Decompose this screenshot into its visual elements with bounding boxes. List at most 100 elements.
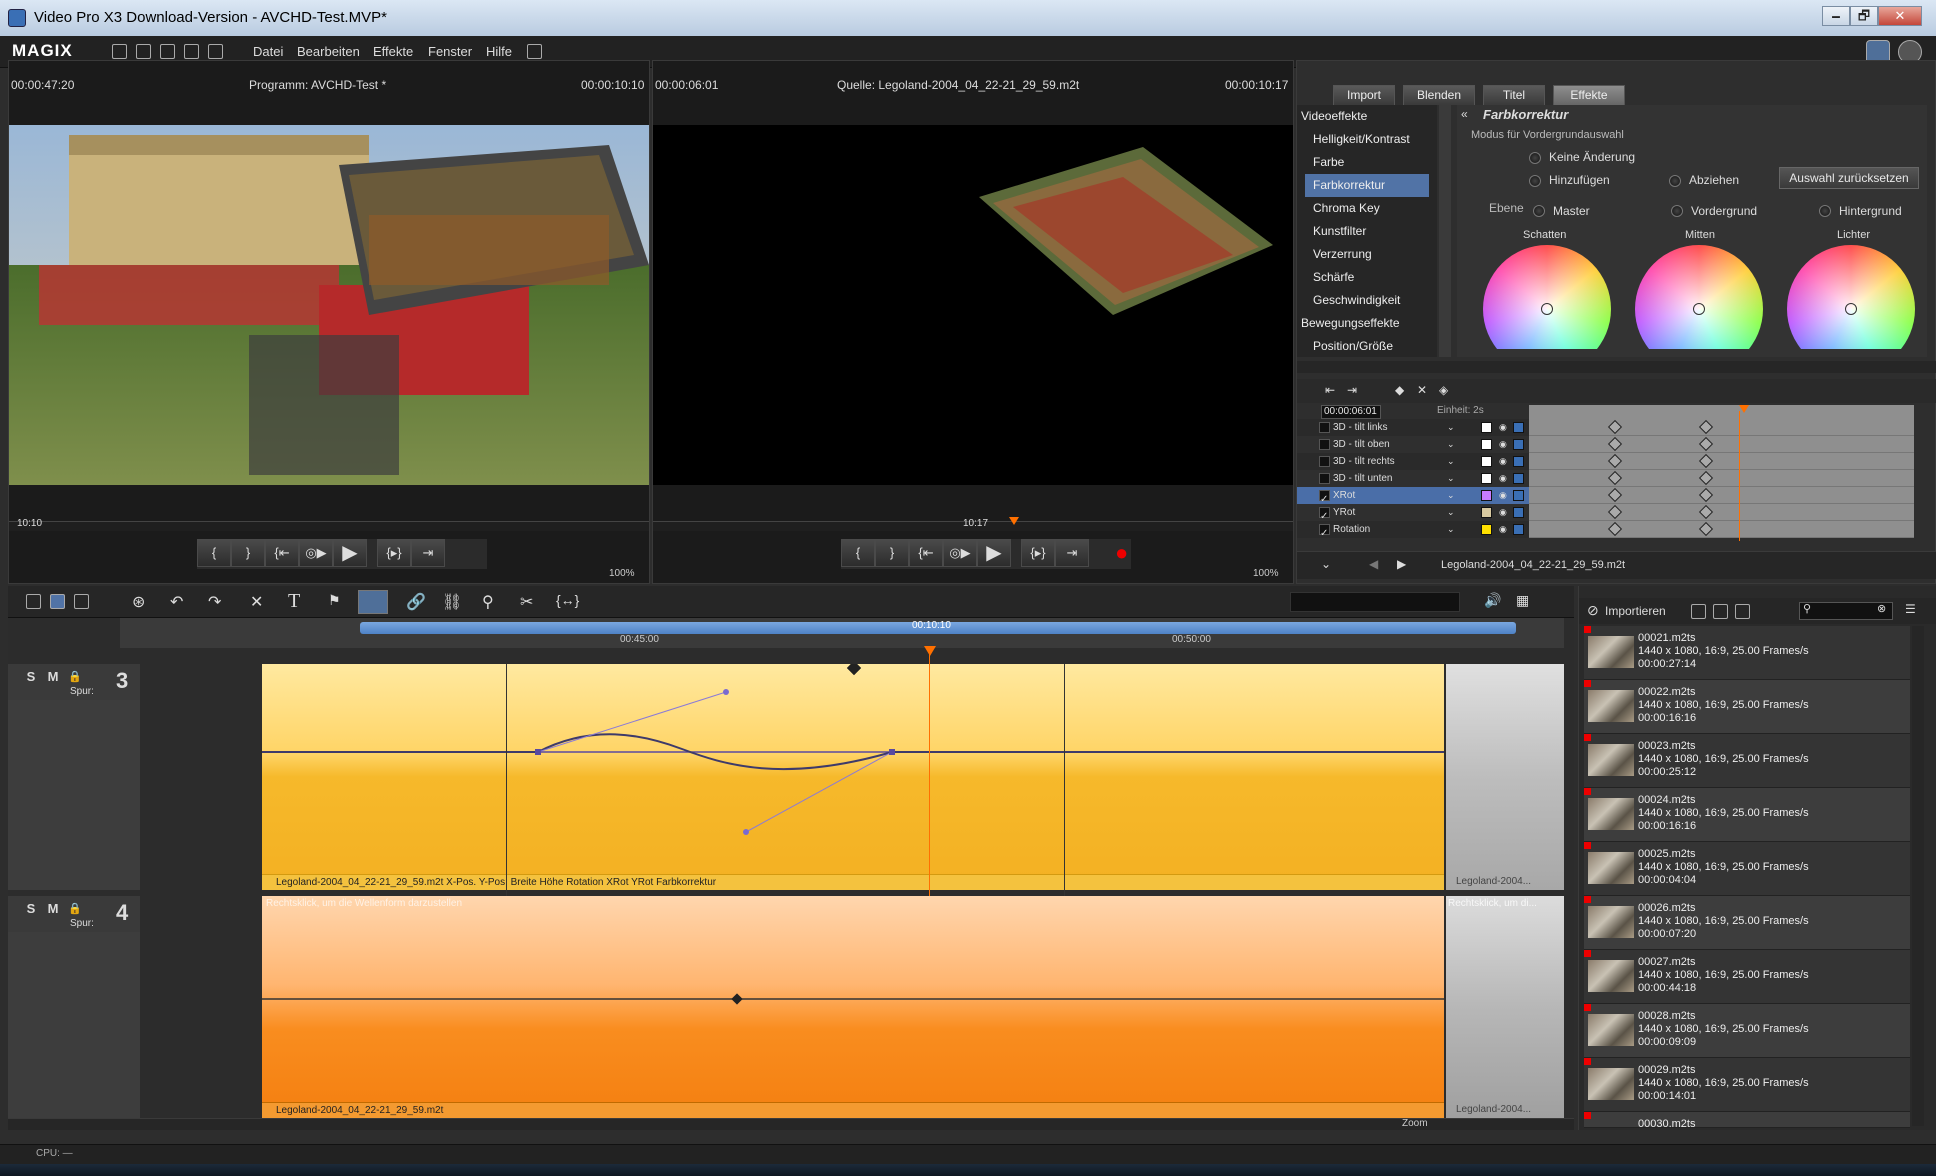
keyframe-row-checkbox[interactable]: ✓ bbox=[1319, 524, 1330, 539]
keyframe-row[interactable]: ✓ YRot ⌄ ◉ bbox=[1297, 504, 1914, 522]
title-text-icon[interactable]: T bbox=[288, 590, 300, 613]
radio-hintergrund[interactable] bbox=[1819, 205, 1831, 217]
mixer-icon[interactable]: ▦ bbox=[1516, 592, 1529, 609]
track-3-next-clip[interactable]: Legoland-2004... bbox=[1446, 664, 1564, 890]
delete-keyframe-icon[interactable]: ✕ bbox=[1417, 383, 1427, 397]
chevron-down-icon[interactable]: ⌄ bbox=[1447, 504, 1455, 521]
program-loop-button[interactable]: ◎▶ bbox=[299, 539, 333, 567]
keyframe-row-lane[interactable] bbox=[1529, 419, 1914, 436]
media-item[interactable]: 00029.m2ts 1440 x 1080, 16:9, 25.00 Frame… bbox=[1584, 1058, 1910, 1112]
next-keyframe-icon[interactable]: ⇥ bbox=[1347, 383, 1357, 397]
add-keyframe-icon[interactable]: ◆ bbox=[1395, 383, 1404, 397]
program-set-in-button[interactable]: { bbox=[197, 539, 231, 567]
keyframe-row-lane[interactable] bbox=[1529, 521, 1914, 538]
maximize-button[interactable]: 🗗 bbox=[1850, 6, 1878, 26]
keyframe-row[interactable]: 3D - tilt oben ⌄ ◉ bbox=[1297, 436, 1914, 453]
view-options-icon[interactable]: ☰ bbox=[1905, 602, 1916, 616]
timeline-hscroll[interactable] bbox=[8, 1118, 1574, 1130]
chevron-down-icon[interactable]: ⌄ bbox=[1447, 521, 1455, 538]
track-3-solo-button[interactable]: S bbox=[22, 668, 40, 686]
tab-titel[interactable]: Titel bbox=[1483, 85, 1545, 105]
folder-icon[interactable] bbox=[1691, 604, 1706, 619]
scene-mode-icon[interactable] bbox=[74, 594, 89, 609]
program-set-out-button[interactable]: } bbox=[231, 539, 265, 567]
media-vscroll[interactable] bbox=[1912, 626, 1924, 1126]
source-go-start-button[interactable]: {⇤ bbox=[909, 539, 943, 567]
eye-icon[interactable]: ◉ bbox=[1499, 487, 1507, 504]
keyframe-ruler[interactable] bbox=[1529, 405, 1914, 419]
marker-flag-icon[interactable]: ⚑ bbox=[328, 592, 341, 609]
media-item[interactable]: 00024.m2ts 1440 x 1080, 16:9, 25.00 Frame… bbox=[1584, 788, 1910, 842]
keyframe-row-color[interactable] bbox=[1481, 524, 1492, 535]
save-icon[interactable] bbox=[160, 44, 175, 59]
media-item[interactable]: 00022.m2ts 1440 x 1080, 16:9, 25.00 Frame… bbox=[1584, 680, 1910, 734]
track-4-mute-button[interactable]: M bbox=[44, 900, 62, 918]
source-set-in-button[interactable]: { bbox=[841, 539, 875, 567]
add-media-icon[interactable] bbox=[1735, 604, 1750, 619]
media-item[interactable]: 00023.m2ts 1440 x 1080, 16:9, 25.00 Frame… bbox=[1584, 734, 1910, 788]
keyframe-row-checkbox[interactable] bbox=[1319, 422, 1330, 433]
curve-icon[interactable] bbox=[1513, 422, 1524, 433]
keyframe-row-lane[interactable] bbox=[1529, 453, 1914, 470]
prev-arrow-icon[interactable]: ◀ bbox=[1369, 557, 1378, 571]
eye-icon[interactable]: ◉ bbox=[1499, 419, 1507, 436]
snap-icon[interactable] bbox=[358, 590, 388, 614]
keyframe-row[interactable]: 3D - tilt unten ⌄ ◉ bbox=[1297, 470, 1914, 487]
source-play-button[interactable]: ▶ bbox=[977, 539, 1011, 567]
effects-list-scrollbar[interactable] bbox=[1439, 105, 1451, 357]
program-video-frame[interactable] bbox=[9, 125, 649, 485]
keyframe-row-checkbox[interactable]: ✓ bbox=[1319, 507, 1330, 522]
clear-search-icon[interactable]: ⊗ bbox=[1877, 602, 1886, 615]
eye-icon[interactable]: ◉ bbox=[1499, 521, 1507, 538]
new-file-icon[interactable] bbox=[112, 44, 127, 59]
mouse-mode-icon[interactable]: ⊛ bbox=[132, 592, 145, 612]
eye-icon[interactable]: ◉ bbox=[1499, 470, 1507, 487]
chevron-down-icon[interactable]: ⌄ bbox=[1447, 487, 1455, 504]
media-item[interactable]: 00027.m2ts 1440 x 1080, 16:9, 25.00 Frame… bbox=[1584, 950, 1910, 1004]
source-play-range-button[interactable]: {▸} bbox=[1021, 539, 1055, 567]
program-go-start-button[interactable]: {⇤ bbox=[265, 539, 299, 567]
source-zoom[interactable]: 100% bbox=[1253, 568, 1279, 579]
media-item[interactable]: 00026.m2ts 1440 x 1080, 16:9, 25.00 Frame… bbox=[1584, 896, 1910, 950]
back-chevron-icon[interactable]: « bbox=[1461, 107, 1468, 121]
eye-icon[interactable]: ◉ bbox=[1499, 504, 1507, 521]
keyframe-row-color[interactable] bbox=[1481, 439, 1492, 450]
keyframe-row-lane[interactable] bbox=[1529, 504, 1914, 521]
close-button[interactable]: ✕ bbox=[1878, 6, 1922, 26]
next-arrow-icon[interactable]: ▶ bbox=[1397, 557, 1406, 571]
eye-icon[interactable]: ◉ bbox=[1499, 436, 1507, 453]
track-4-header[interactable]: S M 🔒 Spur: 4 bbox=[8, 896, 140, 932]
group-icon[interactable]: ⛓ bbox=[442, 592, 462, 612]
volume-icon[interactable]: 🔊 bbox=[1484, 592, 1501, 609]
fx-chroma-key[interactable]: Chroma Key bbox=[1297, 197, 1437, 220]
tab-effekte[interactable]: Effekte bbox=[1553, 85, 1625, 105]
program-play-button[interactable]: ▶ bbox=[333, 539, 367, 567]
radio-abziehen[interactable] bbox=[1669, 175, 1681, 187]
minimize-button[interactable]: 🗕 bbox=[1822, 6, 1850, 26]
keyframe-row[interactable]: ✓ XRot ⌄ ◉ bbox=[1297, 487, 1914, 505]
curve-icon[interactable] bbox=[1513, 456, 1524, 467]
keyframe-row-checkbox[interactable]: ✓ bbox=[1319, 490, 1330, 505]
radio-vordergrund[interactable] bbox=[1671, 205, 1683, 217]
save-media-icon[interactable] bbox=[1713, 604, 1728, 619]
track-4-next-clip[interactable]: Rechtsklick, um di... Legoland-2004... bbox=[1446, 896, 1564, 1118]
fx-verzerrung[interactable]: Verzerrung bbox=[1297, 243, 1437, 266]
keyframe-row-lane[interactable] bbox=[1529, 487, 1914, 504]
radio-keine-aenderung[interactable] bbox=[1529, 152, 1541, 164]
fx-tool-icon[interactable]: ⚲ bbox=[482, 592, 494, 612]
keyframe-row[interactable]: ✓ Rotation ⌄ ◉ bbox=[1297, 521, 1914, 539]
source-loop-button[interactable]: ◎▶ bbox=[943, 539, 977, 567]
fx-kunstfilter[interactable]: Kunstfilter bbox=[1297, 220, 1437, 243]
media-item[interactable]: 00021.m2ts 1440 x 1080, 16:9, 25.00 Frame… bbox=[1584, 626, 1910, 680]
tab-import[interactable]: Import bbox=[1333, 85, 1395, 105]
keyframe-row-color[interactable] bbox=[1481, 456, 1492, 467]
cut-tool-icon[interactable]: ✂ bbox=[520, 592, 533, 612]
effects-hscroll[interactable] bbox=[1297, 361, 1936, 373]
settings-icon[interactable] bbox=[184, 44, 199, 59]
keyframe-row-lane[interactable] bbox=[1529, 436, 1914, 453]
chevron-down-icon[interactable]: ⌄ bbox=[1447, 436, 1455, 453]
keyframe-row-checkbox[interactable] bbox=[1319, 456, 1330, 467]
program-go-end-button[interactable]: ⇥ bbox=[411, 539, 445, 567]
track-4-solo-button[interactable]: S bbox=[22, 900, 40, 918]
keyframe-playhead[interactable] bbox=[1739, 405, 1749, 413]
